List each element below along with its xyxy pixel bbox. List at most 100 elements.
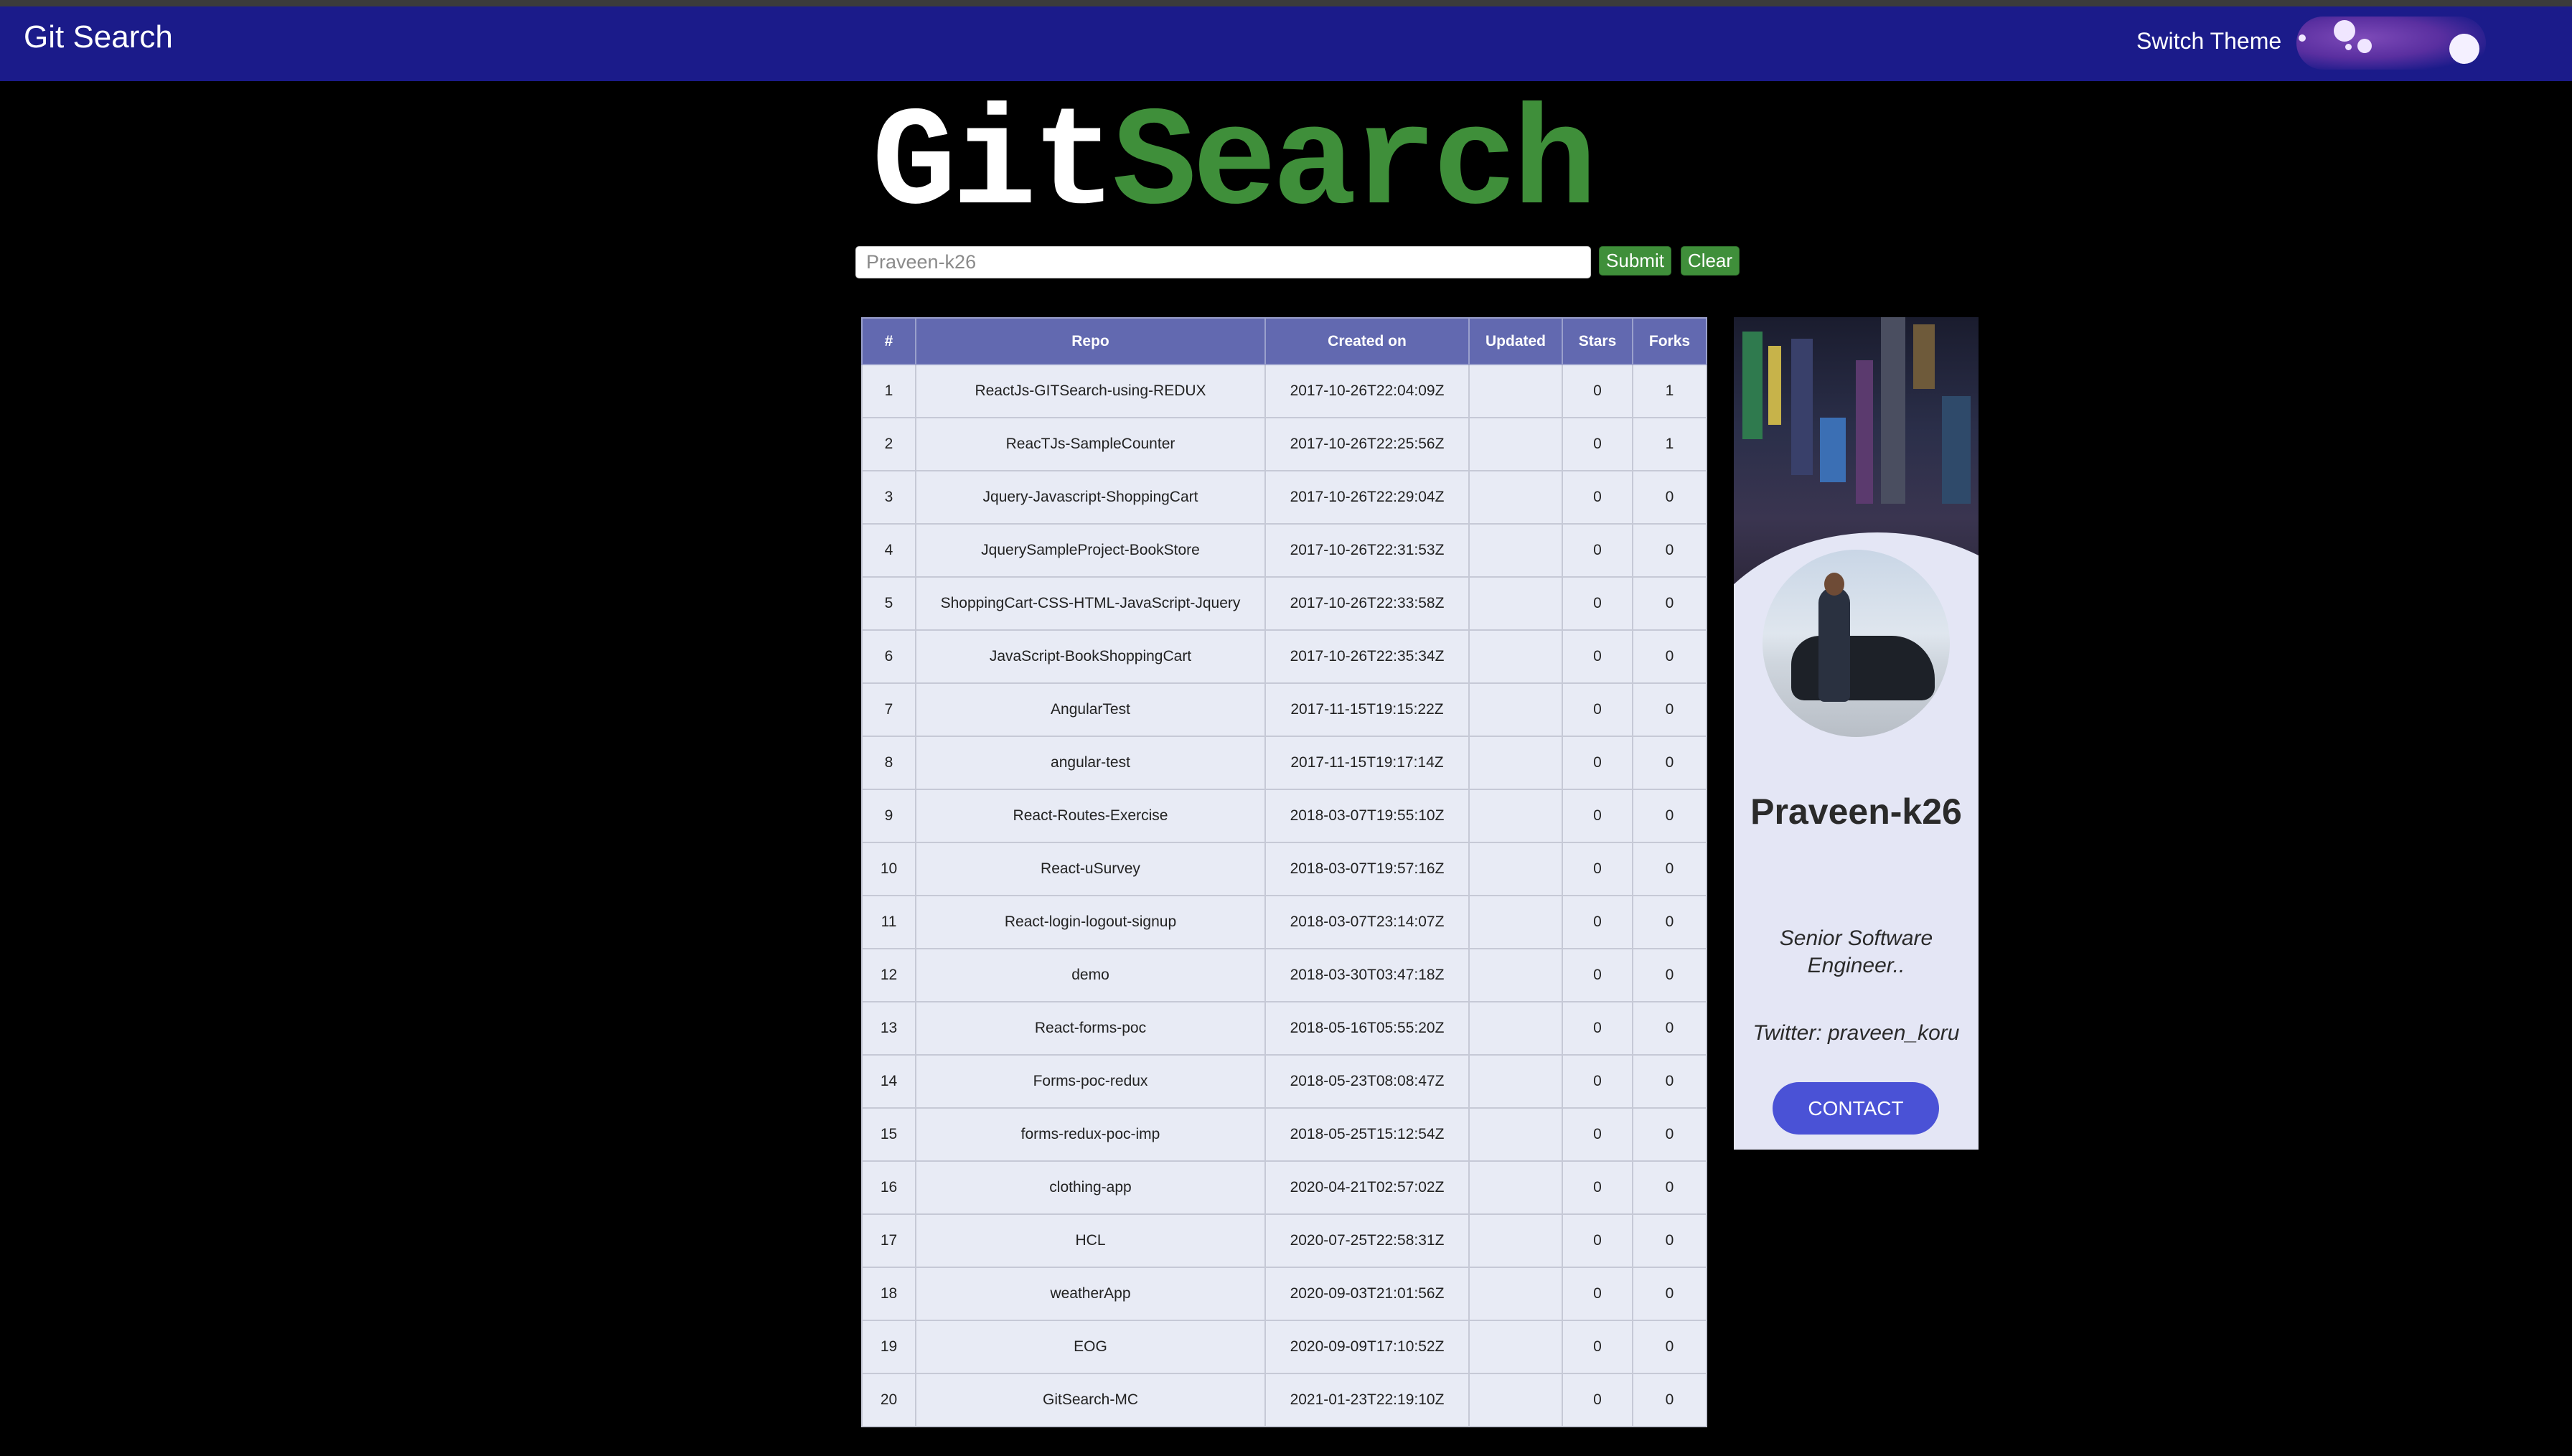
table-row[interactable]: 10 React-uSurvey 2018-03-07T19:57:16Z 0 0 xyxy=(861,842,1707,896)
column-header-updated[interactable]: Updated xyxy=(1468,317,1563,365)
stars-count: 0 xyxy=(1562,470,1633,525)
column-header-stars[interactable]: Stars xyxy=(1562,317,1633,365)
forks-count: 0 xyxy=(1632,576,1707,631)
table-row[interactable]: 20 GitSearch-MC 2021-01-23T22:19:10Z 0 0 xyxy=(861,1373,1707,1427)
column-header-repo[interactable]: Repo xyxy=(915,317,1266,365)
repo-name[interactable]: AngularTest xyxy=(915,682,1266,737)
forks-count: 0 xyxy=(1632,736,1707,790)
created-date: 2021-01-23T22:19:10Z xyxy=(1264,1373,1470,1427)
created-date: 2020-09-09T17:10:52Z xyxy=(1264,1320,1470,1374)
row-number: 16 xyxy=(861,1160,916,1215)
row-number: 14 xyxy=(861,1054,916,1109)
repo-name[interactable]: GitSearch-MC xyxy=(915,1373,1266,1427)
created-date: 2018-05-23T08:08:47Z xyxy=(1264,1054,1470,1109)
column-header-created[interactable]: Created on xyxy=(1264,317,1470,365)
repo-name[interactable]: React-login-logout-signup xyxy=(915,895,1266,949)
row-number: 3 xyxy=(861,470,916,525)
table-row[interactable]: 19 EOG 2020-09-09T17:10:52Z 0 0 xyxy=(861,1320,1707,1374)
table-row[interactable]: 12 demo 2018-03-30T03:47:18Z 0 0 xyxy=(861,948,1707,1002)
submit-button[interactable]: Submit xyxy=(1599,246,1671,276)
forks-count: 1 xyxy=(1632,364,1707,418)
repo-name[interactable]: Forms-poc-redux xyxy=(915,1054,1266,1109)
repo-table: # Repo Created on Updated Stars Forks 1 R… xyxy=(861,317,1707,1427)
forks-count: 0 xyxy=(1632,470,1707,525)
repo-name[interactable]: React-uSurvey xyxy=(915,842,1266,896)
star-icon xyxy=(2334,20,2355,42)
repo-name[interactable]: HCL xyxy=(915,1213,1266,1268)
stars-count: 0 xyxy=(1562,1373,1633,1427)
row-number: 15 xyxy=(861,1107,916,1162)
table-row[interactable]: 3 Jquery-Javascript-ShoppingCart 2017-10-2… xyxy=(861,470,1707,525)
stars-count: 0 xyxy=(1562,682,1633,737)
created-date: 2018-05-16T05:55:20Z xyxy=(1264,1001,1470,1056)
table-row[interactable]: 15 forms-redux-poc-imp 2018-05-25T15:12:54… xyxy=(861,1107,1707,1162)
updated-date xyxy=(1468,470,1563,525)
table-row[interactable]: 1 ReactJs-GITSearch-using-REDUX 2017-10-26… xyxy=(861,364,1707,418)
table-row[interactable]: 8 angular-test 2017-11-15T19:17:14Z 0 0 xyxy=(861,736,1707,790)
stars-count: 0 xyxy=(1562,1320,1633,1374)
repo-name[interactable]: angular-test xyxy=(915,736,1266,790)
username-search-input[interactable] xyxy=(855,246,1591,278)
row-number: 10 xyxy=(861,842,916,896)
table-row[interactable]: 4 JquerySampleProject-BookStore 2017-10-26… xyxy=(861,523,1707,578)
stars-count: 0 xyxy=(1562,1001,1633,1056)
updated-date xyxy=(1468,736,1563,790)
forks-count: 1 xyxy=(1632,417,1707,471)
row-number: 12 xyxy=(861,948,916,1002)
repo-name[interactable]: weatherApp xyxy=(915,1267,1266,1321)
repo-name[interactable]: clothing-app xyxy=(915,1160,1266,1215)
theme-toggle[interactable] xyxy=(2296,17,2486,70)
updated-date xyxy=(1468,629,1563,684)
repo-name[interactable]: JquerySampleProject-BookStore xyxy=(915,523,1266,578)
table-row[interactable]: 14 Forms-poc-redux 2018-05-23T08:08:47Z 0 0 xyxy=(861,1054,1707,1109)
table-row[interactable]: 7 AngularTest 2017-11-15T19:15:22Z 0 0 xyxy=(861,682,1707,737)
clear-button[interactable]: Clear xyxy=(1681,246,1740,276)
table-row[interactable]: 18 weatherApp 2020-09-03T21:01:56Z 0 0 xyxy=(861,1267,1707,1321)
logo-search-text: Search xyxy=(1112,85,1597,245)
row-number: 13 xyxy=(861,1001,916,1056)
table-row[interactable]: 6 JavaScript-BookShoppingCart 2017-10-26T2… xyxy=(861,629,1707,684)
contact-button[interactable]: CONTACT xyxy=(1773,1082,1939,1135)
repo-name[interactable]: ReacTJs-SampleCounter xyxy=(915,417,1266,471)
created-date: 2017-11-15T19:15:22Z xyxy=(1264,682,1470,737)
row-number: 5 xyxy=(861,576,916,631)
row-number: 11 xyxy=(861,895,916,949)
updated-date xyxy=(1468,1054,1563,1109)
profile-card: Praveen-k26 Senior Software Engineer.. T… xyxy=(1734,317,1979,1150)
repo-table-body: 1 ReactJs-GITSearch-using-REDUX 2017-10-26… xyxy=(861,364,1707,1427)
repo-name[interactable]: demo xyxy=(915,948,1266,1002)
table-row[interactable]: 11 React-login-logout-signup 2018-03-07T23… xyxy=(861,895,1707,949)
updated-date xyxy=(1468,682,1563,737)
repo-name[interactable]: EOG xyxy=(915,1320,1266,1374)
repo-name[interactable]: ReactJs-GITSearch-using-REDUX xyxy=(915,364,1266,418)
table-row[interactable]: 2 ReacTJs-SampleCounter 2017-10-26T22:25:5… xyxy=(861,417,1707,471)
table-row[interactable]: 9 React-Routes-Exercise 2018-03-07T19:55:1… xyxy=(861,789,1707,843)
repo-name[interactable]: Jquery-Javascript-ShoppingCart xyxy=(915,470,1266,525)
repo-name[interactable]: ShoppingCart-CSS-HTML-JavaScript-Jquery xyxy=(915,576,1266,631)
repo-name[interactable]: forms-redux-poc-imp xyxy=(915,1107,1266,1162)
updated-date xyxy=(1468,842,1563,896)
created-date: 2017-10-26T22:29:04Z xyxy=(1264,470,1470,525)
repo-name[interactable]: JavaScript-BookShoppingCart xyxy=(915,629,1266,684)
column-header-forks[interactable]: Forks xyxy=(1632,317,1707,365)
table-row[interactable]: 16 clothing-app 2020-04-21T02:57:02Z 0 0 xyxy=(861,1160,1707,1215)
app-title[interactable]: Git Search xyxy=(24,19,173,55)
created-date: 2017-10-26T22:35:34Z xyxy=(1264,629,1470,684)
table-row[interactable]: 5 ShoppingCart-CSS-HTML-JavaScript-Jquery… xyxy=(861,576,1707,631)
repo-name[interactable]: React-forms-poc xyxy=(915,1001,1266,1056)
avatar-photo xyxy=(1763,550,1950,737)
table-row[interactable]: 17 HCL 2020-07-25T22:58:31Z 0 0 xyxy=(861,1213,1707,1268)
repo-name[interactable]: React-Routes-Exercise xyxy=(915,789,1266,843)
stars-count: 0 xyxy=(1562,1160,1633,1215)
column-header-number[interactable]: # xyxy=(861,317,916,365)
stars-count: 0 xyxy=(1562,736,1633,790)
forks-count: 0 xyxy=(1632,842,1707,896)
created-date: 2017-10-26T22:33:58Z xyxy=(1264,576,1470,631)
toggle-knob[interactable] xyxy=(2449,34,2479,64)
created-date: 2018-03-07T23:14:07Z xyxy=(1264,895,1470,949)
table-row[interactable]: 13 React-forms-poc 2018-05-16T05:55:20Z 0 0 xyxy=(861,1001,1707,1056)
stars-count: 0 xyxy=(1562,576,1633,631)
stars-count: 0 xyxy=(1562,1107,1633,1162)
forks-count: 0 xyxy=(1632,948,1707,1002)
created-date: 2017-10-26T22:04:09Z xyxy=(1264,364,1470,418)
